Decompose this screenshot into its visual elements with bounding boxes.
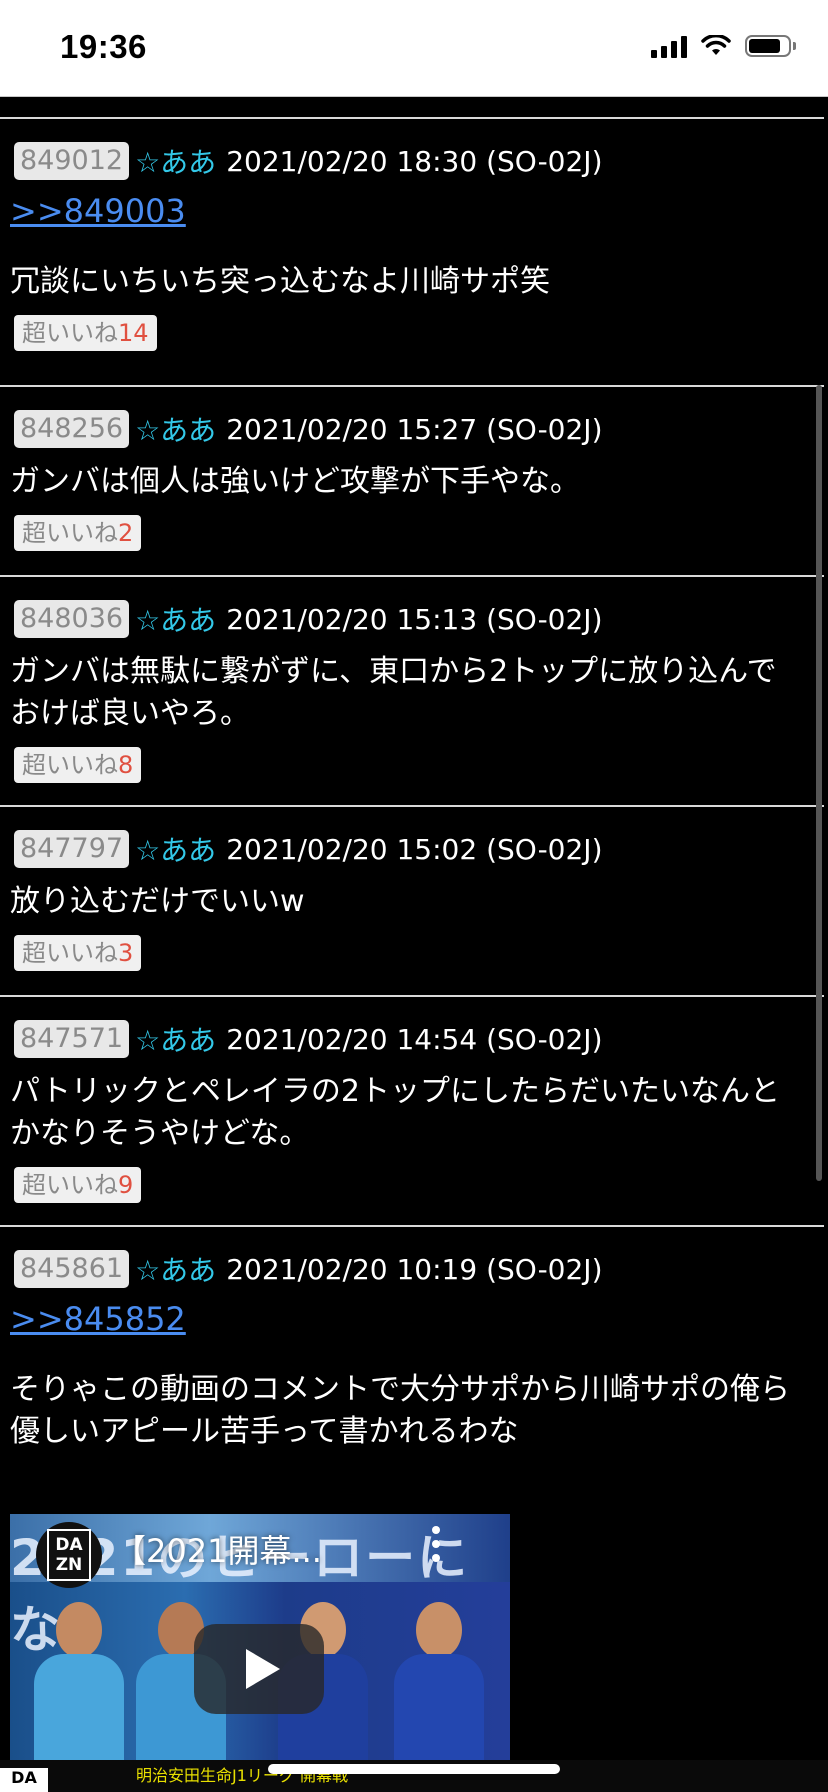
- strip-logo: DA: [0, 1768, 48, 1792]
- like-count: 14: [118, 319, 149, 347]
- like-button[interactable]: 超いいね8: [14, 747, 142, 783]
- like-label: 超いいね: [22, 939, 118, 967]
- poster-name: ☆ああ: [135, 146, 217, 179]
- post-number[interactable]: 847571: [14, 1020, 130, 1058]
- like-label: 超いいね: [22, 751, 118, 779]
- like-count: 9: [118, 1171, 134, 1199]
- like-count: 3: [118, 939, 134, 967]
- post-header: 845861 ☆ああ 2021/02/20 10:19 (SO-02J): [10, 1249, 824, 1289]
- play-button[interactable]: [194, 1624, 324, 1714]
- poster-name: ☆ああ: [135, 604, 217, 637]
- post-number[interactable]: 849012: [14, 142, 130, 180]
- scrollbar[interactable]: [816, 385, 822, 1181]
- channel-logo-text: DA ZN: [47, 1529, 91, 1581]
- reply-link[interactable]: >>845852: [10, 1299, 824, 1339]
- post-item: 847571 ☆ああ 2021/02/20 14:54 (SO-02J) パトリ…: [0, 997, 824, 1227]
- battery-icon: [745, 35, 796, 57]
- post-body: ガンバは無駄に繋がずに、東口から2トップに放り込んでおけば良いやろ。: [10, 654, 777, 731]
- post-header: 848036 ☆ああ 2021/02/20 15:13 (SO-02J): [10, 599, 824, 639]
- poster-name: ☆ああ: [135, 414, 217, 447]
- post-meta: 2021/02/20 14:54 (SO-02J): [226, 1022, 603, 1056]
- like-button[interactable]: 超いいね14: [14, 315, 157, 351]
- post-meta: 2021/02/20 15:13 (SO-02J): [226, 602, 603, 636]
- like-button[interactable]: 超いいね9: [14, 1167, 142, 1203]
- like-button[interactable]: 超いいね2: [14, 515, 142, 551]
- post-body: パトリックとペレイラの2トップにしたらだいたいなんとかなりそうやけどな。: [10, 1074, 780, 1151]
- post-meta: 2021/02/20 18:30 (SO-02J): [226, 144, 603, 178]
- post-number[interactable]: 848036: [14, 600, 130, 638]
- post-header: 847571 ☆ああ 2021/02/20 14:54 (SO-02J): [10, 1019, 824, 1059]
- post-meta: 2021/02/20 15:27 (SO-02J): [226, 412, 603, 446]
- channel-logo[interactable]: DA ZN: [36, 1522, 102, 1588]
- status-bar: 19:36: [0, 0, 828, 97]
- post-number[interactable]: 845861: [14, 1250, 130, 1288]
- reply-link[interactable]: >>849003: [10, 191, 824, 231]
- post-item: 848036 ☆ああ 2021/02/20 15:13 (SO-02J) ガンバ…: [0, 577, 824, 807]
- like-label: 超いいね: [22, 1171, 118, 1199]
- thread-content[interactable]: 849012 ☆ああ 2021/02/20 18:30 (SO-02J) >>8…: [0, 97, 828, 1792]
- post-body: 放り込むだけでいいw: [10, 884, 305, 919]
- poster-name: ☆ああ: [135, 834, 217, 867]
- post-header: 849012 ☆ああ 2021/02/20 18:30 (SO-02J): [10, 141, 824, 181]
- post-header: 847797 ☆ああ 2021/02/20 15:02 (SO-02J): [10, 829, 824, 869]
- wifi-icon: [701, 35, 731, 55]
- post-body: 冗談にいちいち突っ込むなよ川崎サポ笑: [10, 264, 550, 299]
- more-options-icon[interactable]: [430, 1526, 442, 1562]
- post-body: そりゃこの動画のコメントで大分サポから川崎サポの俺ら優しいアピール苦手って書かれ…: [10, 1372, 790, 1449]
- status-icons: [651, 34, 796, 58]
- video-embed[interactable]: 2021のヒーローにな DA ZN 【2021開幕...: [10, 1514, 510, 1792]
- like-label: 超いいね: [22, 319, 118, 347]
- cellular-signal-icon: [651, 34, 687, 58]
- poster-name: ☆ああ: [135, 1254, 217, 1287]
- post-item: 847797 ☆ああ 2021/02/20 15:02 (SO-02J) 放り込…: [0, 807, 824, 997]
- status-time: 19:36: [60, 28, 147, 65]
- post-meta: 2021/02/20 10:19 (SO-02J): [226, 1252, 603, 1286]
- play-icon: [246, 1649, 280, 1689]
- post-number[interactable]: 847797: [14, 830, 130, 868]
- like-count: 8: [118, 751, 134, 779]
- post-meta: 2021/02/20 15:02 (SO-02J): [226, 832, 603, 866]
- post-number[interactable]: 848256: [14, 410, 130, 448]
- post-header: 848256 ☆ああ 2021/02/20 15:27 (SO-02J): [10, 409, 824, 449]
- home-indicator[interactable]: [268, 1764, 560, 1774]
- like-label: 超いいね: [22, 519, 118, 547]
- post-item: 848256 ☆ああ 2021/02/20 15:27 (SO-02J) ガンバ…: [0, 387, 824, 577]
- poster-name: ☆ああ: [135, 1024, 217, 1057]
- like-count: 2: [118, 519, 134, 547]
- like-button[interactable]: 超いいね3: [14, 935, 142, 971]
- post-body: ガンバは個人は強いけど攻撃が下手やな。: [10, 464, 580, 499]
- video-title[interactable]: 【2021開幕...: [114, 1526, 322, 1572]
- post-item: 849012 ☆ああ 2021/02/20 18:30 (SO-02J) >>8…: [0, 119, 824, 387]
